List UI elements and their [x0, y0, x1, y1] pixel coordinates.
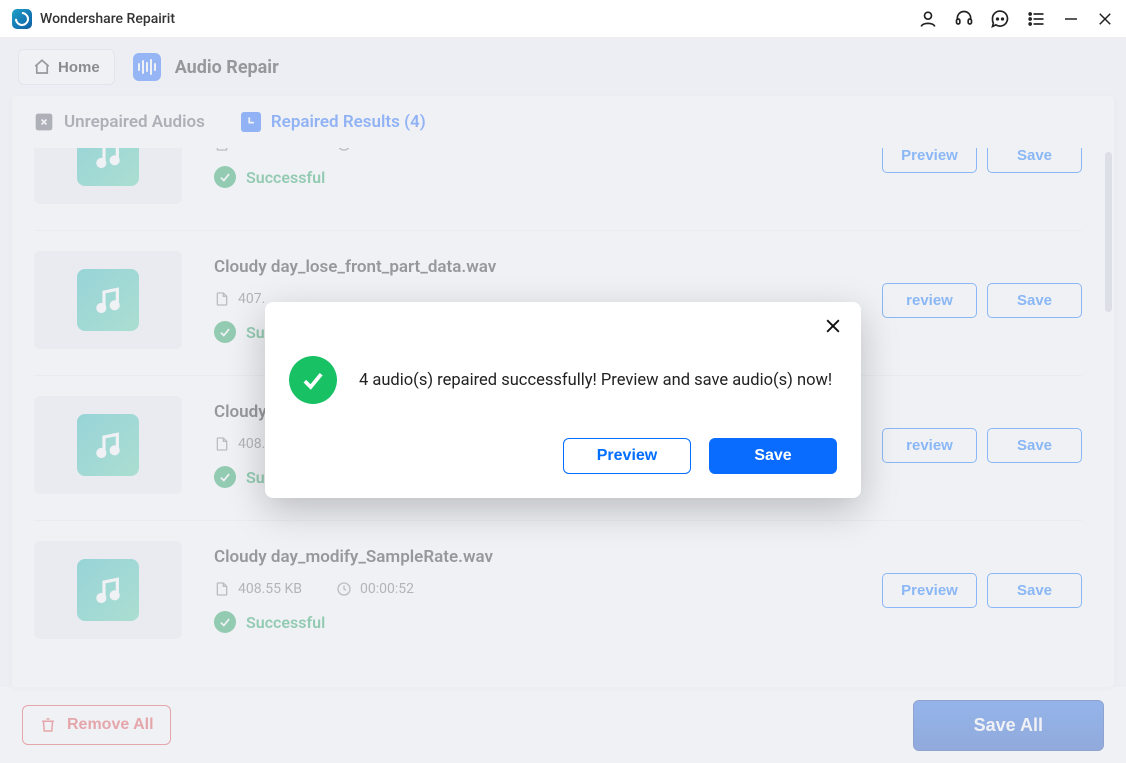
dialog-preview-button[interactable]: Preview [563, 438, 691, 474]
dialog-save-button[interactable]: Save [709, 438, 837, 474]
success-dialog: 4 audio(s) repaired successfully! Previe… [265, 302, 861, 498]
dialog-close-icon[interactable] [823, 316, 843, 340]
close-icon[interactable] [1096, 10, 1114, 28]
dialog-message: 4 audio(s) repaired successfully! Previe… [359, 371, 832, 390]
app-title: Wondershare Repairit [40, 11, 175, 27]
app-logo-icon [12, 9, 32, 29]
dialog-success-icon [289, 356, 337, 404]
feedback-icon[interactable] [990, 9, 1010, 29]
title-bar: Wondershare Repairit [0, 0, 1126, 38]
account-icon[interactable] [918, 9, 938, 29]
support-icon[interactable] [954, 9, 974, 29]
menu-icon[interactable] [1026, 9, 1046, 29]
minimize-icon[interactable] [1062, 10, 1080, 28]
modal-overlay: 4 audio(s) repaired successfully! Previe… [0, 38, 1126, 763]
